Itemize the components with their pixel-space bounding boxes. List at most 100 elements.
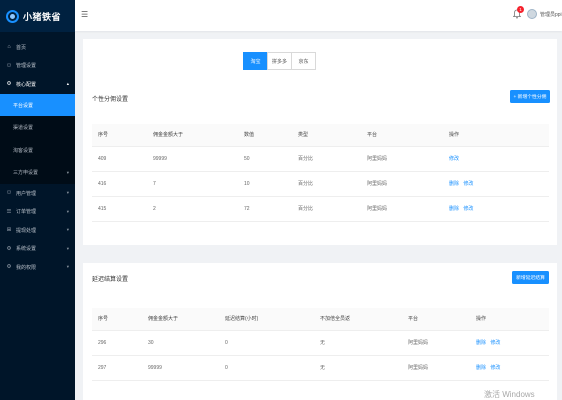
section-title: 延迟结算设置 (92, 277, 129, 283)
table-header-row: 序号 佣金金额大于 延迟结算(小时) 不加倍全员返 平台 操作 (92, 308, 549, 331)
logo[interactable]: 小猪铁省 (0, 0, 75, 32)
add-commission-button[interactable]: + 新增个性分佣 (510, 90, 550, 103)
windows-activation-watermark: 激活 Windows (484, 390, 535, 399)
tab-jd[interactable]: 京东 (291, 52, 316, 70)
delayed-settlement-card: 延迟结算设置 新增延迟结算 序号 佣金金额大于 延迟结算(小时) 不加倍全员返 … (83, 263, 557, 400)
logo-icon (6, 9, 19, 23)
platform-tabs: 淘宝 拼多多 京东 (243, 52, 316, 70)
delete-link[interactable]: 删除 (449, 181, 459, 187)
cell-id: 296 (92, 330, 142, 356)
user-icon: ⚇ (6, 62, 12, 69)
sidebar: 小猪铁省 ⌂ 首页 ⚇ 管理设置 ⚙ 核心配置 ▴ 平台设置 渠道设置 淘客设置 (0, 0, 75, 400)
add-delayed-settlement-button[interactable]: 新增延迟结算 (512, 271, 549, 284)
column-header: 佣金金额大于 (142, 308, 219, 331)
sidebar-subitem-label: 淘客设置 (13, 147, 34, 154)
chevron-down-icon: ▾ (66, 264, 69, 270)
username: 管理员ppi (540, 11, 562, 18)
column-header: 不加倍全员返 (314, 308, 402, 331)
core-config-submenu: 平台设置 渠道设置 淘客设置 三方申设置 ▾ (0, 93, 75, 184)
cell-platform: 阿里妈妈 (402, 330, 470, 356)
sidebar-item-withdrawal[interactable]: ⊞ 提现处理 ▾ (0, 221, 75, 240)
tab-taobao[interactable]: 淘宝 (243, 52, 268, 70)
column-header: 平台 (402, 308, 470, 331)
sidebar-subitem-label: 三方申设置 (13, 170, 39, 177)
gear-icon: ⚙ (6, 264, 12, 271)
cell-flag: 无 (314, 355, 402, 381)
chevron-down-icon: ▾ (66, 227, 69, 233)
table-row: 296 30 0 无 阿里妈妈 删除 修改 (92, 330, 549, 356)
cell-amount: 2 (147, 196, 238, 222)
cell-id: 415 (92, 196, 147, 222)
list-icon: ☰ (6, 208, 12, 215)
sidebar-item-permissions[interactable]: ⚙ 我的权限 ▾ (0, 258, 75, 277)
cell-value: 72 (238, 196, 292, 222)
sidebar-item-label: 系统设置 (16, 246, 37, 253)
cell-platform: 阿里妈妈 (361, 196, 443, 222)
table-row: 409 99999 50 百分比 阿里妈妈 修改 (92, 146, 549, 172)
cell-type: 百分比 (292, 146, 361, 172)
cell-amount: 30 (142, 330, 219, 356)
sidebar-item-label: 核心配置 (16, 81, 37, 88)
cell-actions: 修改 (443, 146, 549, 172)
notification-button[interactable]: 1 (512, 6, 524, 21)
sidebar-item-user-management[interactable]: ⚇ 用户管理 ▾ (0, 184, 75, 203)
home-icon: ⌂ (7, 44, 11, 51)
sidebar-subitem-label: 平台设置 (13, 102, 34, 109)
sidebar-item-system-settings[interactable]: ⚙ 系统设置 ▾ (0, 240, 75, 259)
chevron-down-icon: ▾ (66, 190, 69, 196)
column-header: 平台 (361, 124, 443, 147)
cell-platform: 阿里妈妈 (402, 355, 470, 381)
sidebar-subitem-taoke-settings[interactable]: 淘客设置 (0, 139, 75, 162)
edit-link[interactable]: 修改 (490, 340, 500, 346)
sidebar-subitem-channel-settings[interactable]: 渠道设置 (0, 116, 75, 139)
edit-link[interactable]: 修改 (463, 181, 473, 187)
cell-type: 百分比 (292, 196, 361, 222)
cell-actions: 删除 修改 (443, 196, 549, 222)
sidebar-item-home[interactable]: ⌂ 首页 (0, 38, 75, 57)
chevron-up-icon: ▴ (66, 81, 69, 87)
table-row: 297 99999 0 无 阿里妈妈 删除 修改 (92, 355, 549, 381)
column-header: 序号 (92, 308, 142, 331)
edit-link[interactable]: 修改 (463, 206, 473, 212)
cell-id: 409 (92, 146, 147, 172)
cell-delay: 0 (219, 330, 314, 356)
sidebar-menu: ⌂ 首页 ⚇ 管理设置 ⚙ 核心配置 ▴ 平台设置 渠道设置 淘客设置 三方申设… (0, 38, 75, 277)
delete-link[interactable]: 删除 (476, 365, 486, 371)
cell-value: 10 (238, 171, 292, 197)
cell-flag: 无 (314, 330, 402, 356)
cell-id: 416 (92, 171, 147, 197)
delete-link[interactable]: 删除 (476, 340, 486, 346)
column-header: 佣金金额大于 (147, 124, 238, 147)
edit-link[interactable]: 修改 (490, 365, 500, 371)
notification-badge: 1 (517, 6, 524, 13)
sidebar-item-label: 提现处理 (16, 227, 37, 234)
tab-pinduoduo[interactable]: 拼多多 (267, 52, 292, 70)
chevron-down-icon: ▾ (66, 245, 69, 251)
column-header: 操作 (443, 124, 549, 147)
column-header: 操作 (470, 308, 549, 331)
cell-delay: 0 (219, 355, 314, 381)
section-title: 个性分佣设置 (92, 97, 129, 103)
sidebar-item-core-config[interactable]: ⚙ 核心配置 ▴ (0, 75, 75, 94)
sidebar-subitem-label: 渠道设置 (13, 125, 34, 132)
delayed-settlement-table: 序号 佣金金额大于 延迟结算(小时) 不加倍全员返 平台 操作 296 30 0… (92, 308, 549, 381)
cell-id: 297 (92, 355, 142, 381)
sidebar-item-order-management[interactable]: ☰ 订单管理 ▾ (0, 202, 75, 221)
cell-type: 百分比 (292, 171, 361, 197)
sidebar-subitem-third-party-settings[interactable]: 三方申设置 ▾ (0, 161, 75, 184)
delete-link[interactable]: 删除 (449, 206, 459, 212)
sidebar-item-admin-settings[interactable]: ⚇ 管理设置 (0, 57, 75, 76)
cell-amount: 7 (147, 171, 238, 197)
user-icon: ⚇ (6, 190, 12, 197)
cell-amount: 99999 (142, 355, 219, 381)
sidebar-subitem-platform-settings[interactable]: 平台设置 (0, 93, 75, 117)
user-menu[interactable]: 管理员ppi (527, 9, 562, 19)
menu-fold-icon[interactable]: ☰ (81, 10, 88, 19)
commission-table: 序号 佣金金额大于 数值 类型 平台 操作 409 99999 50 百分比 阿… (92, 124, 549, 222)
column-header: 延迟结算(小时) (219, 308, 314, 331)
chevron-down-icon: ▾ (66, 169, 69, 175)
edit-link[interactable]: 修改 (449, 156, 459, 162)
cell-value: 50 (238, 146, 292, 172)
gear-icon: ⚙ (6, 245, 12, 252)
table-header-row: 序号 佣金金额大于 数值 类型 平台 操作 (92, 124, 549, 147)
